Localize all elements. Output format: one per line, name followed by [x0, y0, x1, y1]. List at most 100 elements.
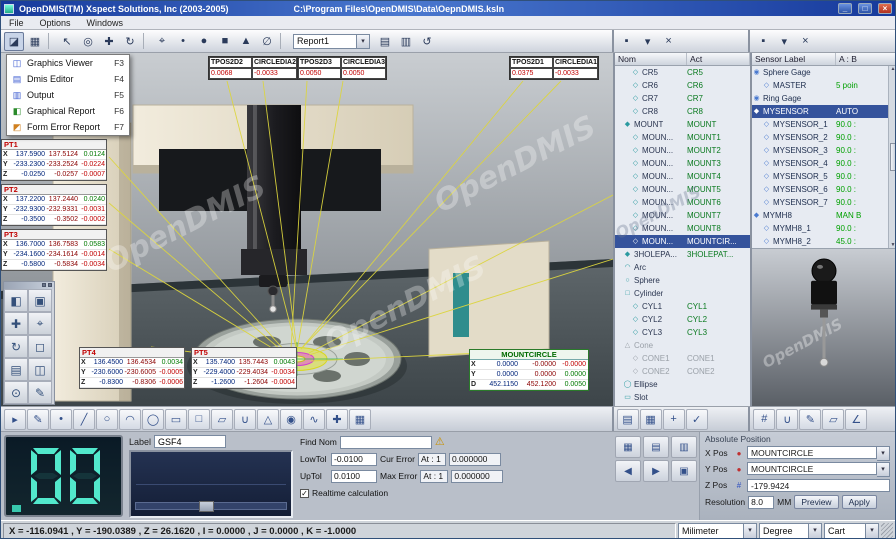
export-button-icon[interactable]: ▥ — [671, 436, 697, 458]
sensor-row[interactable]: ◇ MYMH8_1 90.0 : — [752, 222, 896, 235]
fb-sphere-icon[interactable]: ◉ — [280, 409, 302, 430]
menu-item[interactable]: Windows — [79, 16, 132, 30]
result-panel-mountcircle[interactable]: MOUNTCIRCLE X 0.0000 -0.0000 -0.0000 Y 0… — [469, 349, 589, 391]
coord-frame-value[interactable]: Cart — [824, 523, 866, 539]
palette-close-icon[interactable] — [48, 283, 52, 287]
probe-icon[interactable]: ⌖ — [28, 312, 52, 335]
fb-rect-icon[interactable]: □ — [188, 409, 210, 430]
tree-row[interactable]: ◇ MOUN... MOUNTCIR... — [615, 235, 750, 248]
tree-row[interactable]: ◇ CYL3 CYL3 — [615, 326, 750, 339]
tree-close-icon[interactable]: × — [659, 32, 679, 51]
tree-row[interactable]: ◇ CR7 CR7 — [615, 92, 750, 105]
tree-grid-view-icon[interactable]: ▦ — [640, 409, 662, 430]
chevron-down-icon[interactable]: ▾ — [744, 523, 757, 539]
view-top-icon[interactable]: ◻ — [28, 335, 52, 358]
chevron-down-icon[interactable]: ▾ — [877, 462, 890, 477]
report-combo-value[interactable]: Report1 — [293, 34, 357, 49]
sensor-dock-icon[interactable]: ▾ — [774, 32, 794, 51]
y-pos-combo[interactable]: MOUNTCIRCLE ▾ — [747, 462, 890, 477]
result-panel-pt4[interactable]: PT4 X 136.4500 136.4534 0.0034 Y -230.60… — [79, 347, 185, 389]
tree-row[interactable]: ◇ MOUN... MOUNT5 — [615, 183, 750, 196]
graph-scrollbar-thumb[interactable] — [199, 501, 214, 512]
sensor-close-icon[interactable]: × — [795, 32, 815, 51]
tree-row[interactable]: ◇ MOUN... MOUNT1 — [615, 131, 750, 144]
magnet-icon[interactable]: ∪ — [776, 409, 798, 430]
minimize-button[interactable]: _ — [838, 3, 852, 14]
realtime-checkbox[interactable]: ✓ — [300, 489, 309, 498]
coord-frame-combo[interactable]: Cart ▾ — [824, 523, 879, 539]
dimension-annotation[interactable]: TPOS2D3 CIRCLEDIA3 0.0050 0.0050 — [297, 56, 387, 80]
sensor-row[interactable]: ◇ MYSENSOR_4 90.0 : — [752, 157, 896, 170]
unit-value[interactable]: Milimeter — [678, 523, 744, 539]
fb-ellipse-icon[interactable]: ◯ — [142, 409, 164, 430]
diameter-icon[interactable]: ∅ — [257, 32, 277, 51]
chevron-down-icon[interactable]: ▾ — [357, 34, 370, 49]
separator[interactable] — [143, 33, 149, 49]
z-pos-value[interactable]: -179.9424 — [747, 479, 890, 492]
preview-button[interactable]: Preview — [794, 495, 838, 509]
chevron-down-icon[interactable]: ▾ — [866, 523, 879, 539]
close-button[interactable]: × — [878, 3, 892, 14]
fb-arc-icon[interactable]: ◠ — [119, 409, 141, 430]
fb-cone-icon[interactable]: △ — [257, 409, 279, 430]
axes-icon[interactable]: ✚ — [4, 312, 28, 335]
menu-option[interactable]: ▤ Dmis Editor F4 — [7, 71, 129, 87]
sensor-row[interactable]: ◆ MYSENSOR AUTO — [752, 105, 896, 118]
fb-measure-icon[interactable]: ✚ — [326, 409, 348, 430]
z-pos-field[interactable]: -179.9424 — [747, 479, 890, 492]
sensor-scrollbar[interactable]: ▲ ▼ — [888, 66, 896, 248]
annotate-icon[interactable]: ✎ — [799, 409, 821, 430]
tree-check-icon[interactable]: ✓ — [686, 409, 708, 430]
probe-mode-icon[interactable]: ⌖ — [152, 32, 172, 51]
sensor-row[interactable]: ◉ Sphere Gage — [752, 66, 896, 79]
rotate-icon[interactable]: ↻ — [4, 335, 28, 358]
separator[interactable] — [48, 33, 54, 49]
palette-header[interactable] — [4, 282, 54, 289]
result-panel-pt1[interactable]: PT1 X 137.5900 137.5124 0.0124 Y -233.23… — [1, 139, 107, 181]
edit-view-icon[interactable]: ✎ — [28, 381, 52, 404]
tree-row[interactable]: ▭ Slot — [615, 391, 750, 404]
tree-row[interactable]: ◆ 3HOLEPA... 3HOLEPAT... — [615, 248, 750, 261]
refresh-icon[interactable]: ↺ — [417, 32, 437, 51]
resize-grip[interactable] — [881, 523, 893, 539]
fb-slot-icon[interactable]: ▭ — [165, 409, 187, 430]
sensor-row[interactable]: ◇ MYMH8_2 45.0 : — [752, 235, 896, 248]
print-button-icon[interactable]: ▤ — [643, 436, 669, 458]
tree-add-icon[interactable]: + — [663, 409, 685, 430]
tree-row[interactable]: ◇ MOUN... MOUNT2 — [615, 144, 750, 157]
view-iso-icon[interactable]: ◧ — [4, 289, 28, 312]
tree-row[interactable]: ◇ MOUN... MOUNT4 — [615, 170, 750, 183]
fb-select-icon[interactable]: ▸ — [4, 409, 26, 430]
menu-option[interactable]: ◧ Graphical Report F6 — [7, 103, 129, 119]
palette-pin-icon[interactable] — [42, 283, 46, 287]
dimension-annotation[interactable]: TPOS2D2 CIRCLEDIA2 0.0068 -0.0033 — [208, 56, 298, 80]
layers-icon[interactable]: ▤ — [4, 358, 28, 381]
tree-row[interactable]: ◇ CYL2 CYL2 — [615, 313, 750, 326]
next-button-icon[interactable]: ▶ — [643, 460, 669, 482]
dimension-annotation[interactable]: TPOS2D1 CIRCLEDIA1 0.0375 -0.0033 — [509, 56, 599, 80]
view-palette[interactable]: ◧ ▣ ✚ ⌖ ↻ ◻ ▤ ◫ — [3, 281, 55, 405]
target-icon[interactable]: ⊙ — [4, 381, 28, 404]
sensor-row[interactable]: ◆ MYMH8 MAN B — [752, 209, 896, 222]
tree-row[interactable]: ○ Sphere — [615, 274, 750, 287]
circle-feature-icon[interactable]: ● — [194, 32, 214, 51]
fb-plane-icon[interactable]: ▱ — [211, 409, 233, 430]
record-icon[interactable]: ● — [734, 465, 744, 474]
cone-feature-icon[interactable]: ▲ — [236, 32, 256, 51]
fb-grid-icon[interactable]: ▦ — [349, 409, 371, 430]
uptol-input[interactable] — [331, 470, 377, 483]
tree-row[interactable]: △ Cone — [615, 339, 750, 352]
tree-act-header[interactable]: Act — [687, 53, 750, 65]
dmis-output-icon[interactable]: ▥ — [396, 32, 416, 51]
angle-icon[interactable]: ∠ — [845, 409, 867, 430]
tree-row[interactable]: ◇ CR6 CR6 — [615, 79, 750, 92]
sensor-row[interactable]: ◇ MYSENSOR_1 90.0 : — [752, 118, 896, 131]
tree-row[interactable]: ◯ Ellipse — [615, 378, 750, 391]
tree-row[interactable]: ◆ MOUNT MOUNT — [615, 118, 750, 131]
tree-pin-icon[interactable]: ▪ — [617, 32, 637, 51]
angle-value[interactable]: Degree — [759, 523, 809, 539]
pan-icon[interactable]: ✚ — [99, 32, 119, 51]
tree-dock-icon[interactable]: ▾ — [638, 32, 658, 51]
sensor-row[interactable]: ◇ MYSENSOR_7 90.0 : — [752, 196, 896, 209]
fb-point-icon[interactable]: • — [50, 409, 72, 430]
